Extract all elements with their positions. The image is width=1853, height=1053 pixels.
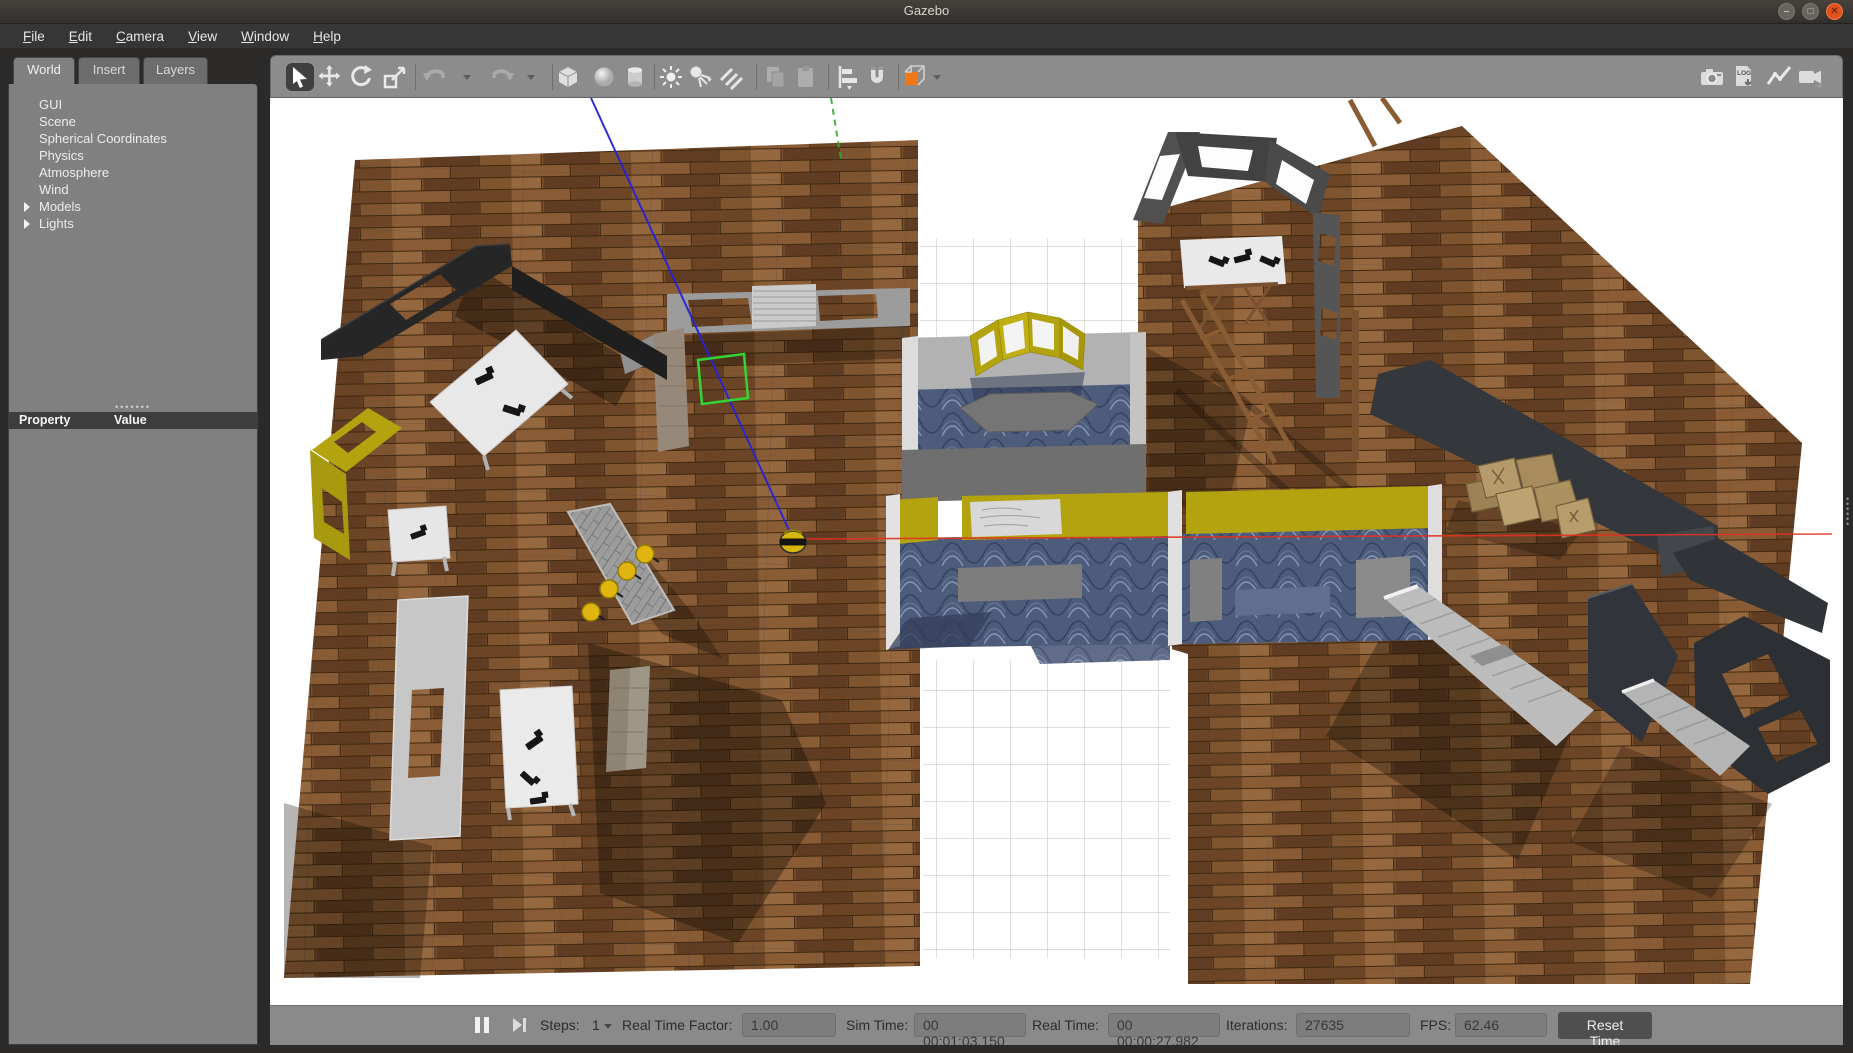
window-title: Gazebo: [0, 3, 1853, 18]
main-toolbar: LOG: [270, 55, 1843, 98]
undo-history-caret[interactable]: [463, 75, 471, 80]
fps-value: 62.46: [1455, 1013, 1547, 1037]
real-time-value: 00 00:00:27.982: [1108, 1013, 1220, 1037]
menu-item[interactable]: Edit: [58, 27, 103, 46]
tree-item[interactable]: Physics: [9, 147, 257, 164]
scale-tool-button[interactable]: [381, 63, 409, 91]
reset-time-button[interactable]: Reset Time: [1558, 1012, 1652, 1039]
meeting-room[interactable]: [902, 312, 1146, 514]
right-panel-splitter[interactable]: ••••••: [1843, 57, 1853, 1045]
fps-label: FPS:: [1420, 1017, 1451, 1033]
point-light-button[interactable]: [657, 63, 685, 91]
gazebo-3d-scene[interactable]: [270, 98, 1843, 1005]
plot-button[interactable]: [1765, 63, 1793, 91]
stone-panel[interactable]: [606, 666, 650, 772]
turtlebot-robot[interactable]: [780, 530, 806, 553]
steps-caret-icon[interactable]: [604, 1024, 612, 1029]
log-record-button[interactable]: LOG: [1730, 63, 1758, 91]
tab-insert[interactable]: Insert: [78, 57, 140, 84]
couch: [1190, 558, 1222, 622]
expand-arrow-icon[interactable]: [24, 202, 30, 212]
menu-item[interactable]: Help: [302, 27, 352, 46]
steps-value[interactable]: 1: [592, 1017, 600, 1033]
tree-item[interactable]: Scene: [9, 113, 257, 130]
menu-bar: File Edit Camera View Window Help: [0, 24, 1853, 48]
align-tool-button[interactable]: [833, 63, 861, 91]
rtf-value: 1.00: [742, 1013, 836, 1037]
property-table-header: Property Value: [9, 412, 257, 429]
menu-item[interactable]: File: [12, 27, 56, 46]
steps-label: Steps:: [540, 1017, 580, 1033]
tree-item[interactable]: Models: [9, 198, 257, 215]
work-table-2[interactable]: [500, 686, 578, 820]
sim-time-value: 00 00:01:03.150: [914, 1013, 1026, 1037]
lounge-table: [958, 564, 1082, 602]
property-table-body[interactable]: [9, 429, 257, 1044]
rtf-label: Real Time Factor:: [622, 1017, 732, 1033]
gray-panel[interactable]: [390, 596, 468, 840]
svg-text:LOG: LOG: [1737, 70, 1751, 77]
menu-item[interactable]: View: [177, 27, 228, 46]
redo-button[interactable]: [488, 63, 516, 91]
redo-history-caret[interactable]: [527, 75, 535, 80]
iterations-label: Iterations:: [1226, 1017, 1287, 1033]
undo-button[interactable]: [421, 63, 449, 91]
sim-time-label: Sim Time:: [846, 1017, 908, 1033]
paste-button[interactable]: [792, 63, 820, 91]
record-video-button[interactable]: [1796, 63, 1824, 91]
view-angle-button[interactable]: [901, 63, 929, 91]
tree-item[interactable]: Spherical Coordinates: [9, 130, 257, 147]
maximize-button[interactable]: □: [1802, 3, 1819, 20]
iterations-value: 27635: [1296, 1013, 1410, 1037]
step-button[interactable]: [513, 1017, 527, 1033]
world-panel: World Insert Layers GUI Scene: [8, 57, 258, 1045]
tree-item[interactable]: Lights: [9, 215, 257, 232]
simulation-status-bar: Steps: 1 Real Time Factor: 1.00 Sim Time…: [270, 1005, 1843, 1045]
rotate-tool-button[interactable]: [347, 63, 375, 91]
snap-tool-button[interactable]: [863, 63, 891, 91]
tree-item[interactable]: GUI: [9, 96, 257, 113]
tab-layers[interactable]: Layers: [143, 57, 208, 84]
world-tree: GUI Scene Spherical Coordinates: [9, 84, 257, 402]
pause-button[interactable]: [475, 1017, 489, 1033]
menu-item[interactable]: Camera: [105, 27, 175, 46]
render-viewport[interactable]: Steps: 1 Real Time Factor: 1.00 Sim Time…: [270, 98, 1843, 1045]
tree-item[interactable]: Atmosphere: [9, 164, 257, 181]
translate-tool-button[interactable]: [316, 63, 344, 91]
property-column-header: Property: [19, 413, 70, 427]
minimize-button[interactable]: –: [1778, 3, 1795, 20]
select-tool-button[interactable]: [286, 63, 314, 91]
insert-cylinder-button[interactable]: [621, 63, 649, 91]
lounge-rooms[interactable]: [886, 484, 1442, 664]
close-button[interactable]: ✕: [1826, 3, 1843, 20]
insert-box-button[interactable]: [554, 63, 582, 91]
screenshot-button[interactable]: [1698, 63, 1726, 91]
copy-button[interactable]: [762, 63, 790, 91]
spot-light-button[interactable]: [687, 63, 715, 91]
menu-item[interactable]: Window: [230, 27, 300, 46]
real-time-label: Real Time:: [1032, 1017, 1099, 1033]
panel-tabs: World Insert Layers: [8, 57, 258, 84]
insert-sphere-button[interactable]: [590, 63, 618, 91]
title-bar[interactable]: Gazebo – □ ✕: [0, 0, 1853, 24]
gazebo-window: Gazebo – □ ✕ File Edit Camera View: [0, 0, 1853, 1053]
value-column-header: Value: [114, 413, 147, 427]
view-angle-caret[interactable]: [933, 75, 941, 80]
panel-splitter[interactable]: •••••••: [9, 402, 257, 412]
expand-arrow-icon[interactable]: [24, 219, 30, 229]
whiteboard: [970, 499, 1062, 537]
stone-pillar: [653, 328, 689, 452]
directional-light-button[interactable]: [717, 63, 745, 91]
tab-world[interactable]: World: [13, 57, 75, 84]
tree-item[interactable]: Wind: [9, 181, 257, 198]
